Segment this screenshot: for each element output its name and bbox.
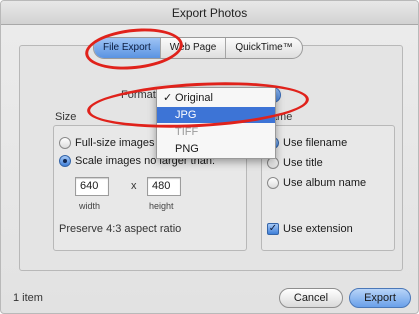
use-title-label: Use title [283, 157, 323, 169]
menu-item-png[interactable]: PNG [157, 141, 275, 157]
height-label: height [149, 201, 174, 211]
use-extension-label: Use extension [283, 223, 353, 235]
aspect-ratio-note: Preserve 4:3 aspect ratio [59, 223, 182, 235]
tab-file-export[interactable]: File Export [94, 38, 161, 58]
scale-radio[interactable] [59, 155, 71, 167]
use-extension-checkbox[interactable]: ✓ [267, 223, 279, 235]
menu-item-original[interactable]: ✓ Original [157, 90, 275, 106]
full-size-label: Full-size images [75, 137, 155, 149]
menu-item-original-label: Original [175, 92, 213, 104]
width-label: width [79, 201, 101, 211]
times-symbol: x [131, 180, 137, 192]
size-section-label: Size [55, 111, 77, 123]
item-count: 1 item [13, 292, 43, 304]
tab-quicktime[interactable]: QuickTime™ [226, 38, 301, 58]
tab-web-page[interactable]: Web Page [161, 38, 227, 58]
export-type-tabs: File Export Web Page QuickTime™ [93, 37, 303, 59]
menu-item-jpg[interactable]: JPG [157, 107, 275, 123]
format-label: Format [121, 89, 156, 101]
menu-item-tiff[interactable]: TIFF [157, 124, 275, 140]
checkmark-icon: ✓ [163, 92, 173, 104]
window-title: Export Photos [1, 1, 418, 25]
use-album-name-label: Use album name [283, 177, 367, 189]
use-album-name-radio[interactable] [267, 177, 279, 189]
cancel-button[interactable]: Cancel [279, 288, 343, 308]
export-photos-dialog: Export Photos File Export Web Page Quick… [0, 0, 419, 314]
menu-item-tiff-label: TIFF [175, 126, 199, 138]
menu-item-png-label: PNG [175, 143, 199, 155]
menu-item-jpg-label: JPG [175, 109, 197, 121]
use-filename-option[interactable]: Use filename [267, 137, 347, 149]
use-album-name-option[interactable]: Use album name [267, 177, 366, 189]
format-menu: ✓ Original JPG TIFF PNG [156, 87, 276, 159]
export-button[interactable]: Export [349, 288, 411, 308]
use-extension-option[interactable]: ✓ Use extension [267, 223, 353, 235]
full-size-radio[interactable] [59, 137, 71, 149]
width-field[interactable]: 640 [75, 177, 109, 196]
use-filename-label: Use filename [283, 137, 348, 149]
full-size-option[interactable]: Full-size images [59, 137, 154, 149]
height-field[interactable]: 480 [147, 177, 181, 196]
